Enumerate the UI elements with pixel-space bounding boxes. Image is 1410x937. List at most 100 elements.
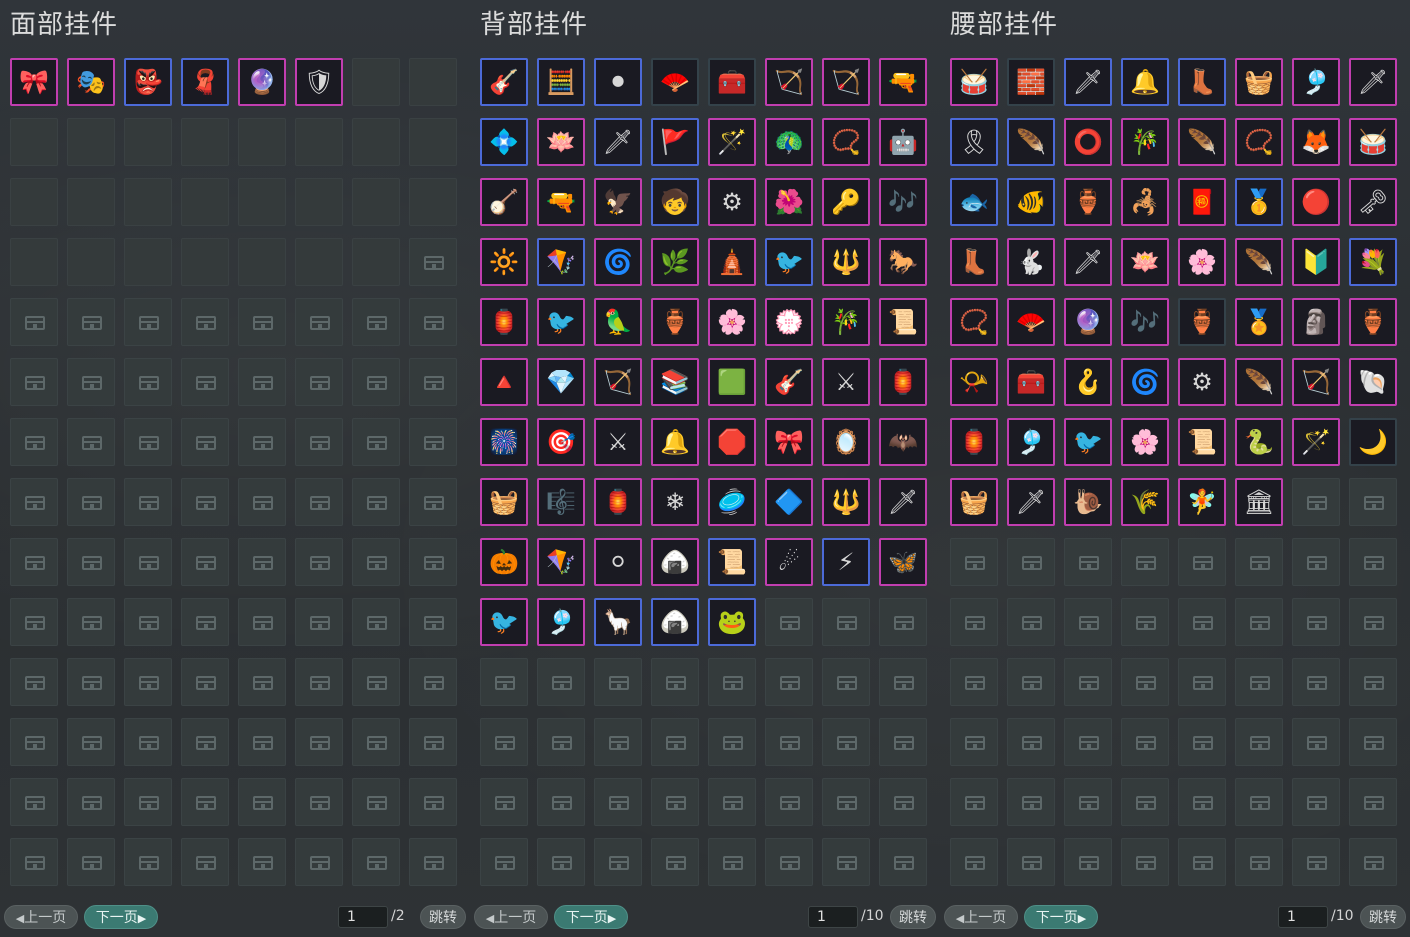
inventory-slot-locked[interactable]	[67, 598, 115, 646]
inventory-slot-item[interactable]: 🪄	[708, 118, 756, 166]
inventory-slot-locked[interactable]	[124, 658, 172, 706]
inventory-slot-locked[interactable]	[238, 658, 286, 706]
inventory-slot-locked[interactable]	[1178, 658, 1226, 706]
inventory-slot-item[interactable]: 🪭	[651, 58, 699, 106]
inventory-slot-item[interactable]: 🎭	[67, 58, 115, 106]
inventory-slot-locked[interactable]	[352, 658, 400, 706]
inventory-slot-item[interactable]: 🎋	[1121, 118, 1169, 166]
inventory-slot-locked[interactable]	[295, 718, 343, 766]
inventory-slot-locked[interactable]	[10, 598, 58, 646]
inventory-slot-locked[interactable]	[409, 538, 457, 586]
inventory-slot-locked[interactable]	[10, 358, 58, 406]
inventory-slot-locked[interactable]	[879, 838, 927, 886]
inventory-slot-item[interactable]: 🌀	[1121, 358, 1169, 406]
inventory-slot-item[interactable]: 🎐	[1007, 418, 1055, 466]
inventory-slot-locked[interactable]	[651, 778, 699, 826]
inventory-slot-locked[interactable]	[950, 538, 998, 586]
inventory-slot-empty[interactable]	[409, 178, 457, 226]
inventory-slot-locked[interactable]	[1235, 778, 1283, 826]
inventory-slot-item[interactable]: 🎐	[537, 598, 585, 646]
inventory-slot-item[interactable]: 🔑	[822, 178, 870, 226]
inventory-slot-locked[interactable]	[1064, 778, 1112, 826]
inventory-slot-item[interactable]: 🌀	[594, 238, 642, 286]
inventory-slot-item[interactable]: 🧣	[181, 58, 229, 106]
inventory-slot-locked[interactable]	[1121, 658, 1169, 706]
inventory-slot-locked[interactable]	[67, 718, 115, 766]
inventory-slot-item[interactable]: 💠	[480, 118, 528, 166]
inventory-slot-item[interactable]: ⚫	[594, 58, 642, 106]
inventory-slot-locked[interactable]	[181, 298, 229, 346]
inventory-slot-locked[interactable]	[480, 658, 528, 706]
inventory-slot-empty[interactable]	[10, 238, 58, 286]
inventory-slot-empty[interactable]	[67, 178, 115, 226]
inventory-slot-item[interactable]: 🪭	[1007, 298, 1055, 346]
inventory-slot-locked[interactable]	[10, 478, 58, 526]
inventory-slot-locked[interactable]	[1349, 658, 1397, 706]
inventory-slot-locked[interactable]	[1007, 598, 1055, 646]
inventory-slot-empty[interactable]	[238, 178, 286, 226]
inventory-slot-locked[interactable]	[1064, 538, 1112, 586]
inventory-slot-item[interactable]: 🪁	[537, 238, 585, 286]
inventory-slot-locked[interactable]	[181, 658, 229, 706]
inventory-slot-locked[interactable]	[67, 298, 115, 346]
inventory-slot-item[interactable]: 🏛	[1235, 478, 1283, 526]
inventory-slot-item[interactable]: 🏮	[950, 418, 998, 466]
inventory-slot-locked[interactable]	[181, 538, 229, 586]
inventory-slot-locked[interactable]	[1235, 718, 1283, 766]
inventory-slot-locked[interactable]	[124, 838, 172, 886]
inventory-slot-item[interactable]: 🦚	[765, 118, 813, 166]
prev-page-button[interactable]: ◀上一页	[4, 905, 78, 929]
inventory-slot-locked[interactable]	[295, 358, 343, 406]
inventory-slot-item[interactable]: 📜	[1178, 418, 1226, 466]
inventory-slot-locked[interactable]	[1292, 478, 1340, 526]
inventory-slot-item[interactable]: 📿	[1235, 118, 1283, 166]
inventory-slot-item[interactable]: 🗡	[1064, 238, 1112, 286]
inventory-slot-locked[interactable]	[822, 778, 870, 826]
inventory-slot-empty[interactable]	[238, 118, 286, 166]
inventory-slot-locked[interactable]	[879, 718, 927, 766]
inventory-slot-item[interactable]: 🔴	[1292, 178, 1340, 226]
inventory-slot-locked[interactable]	[765, 718, 813, 766]
inventory-slot-locked[interactable]	[238, 478, 286, 526]
inventory-slot-locked[interactable]	[10, 718, 58, 766]
inventory-slot-item[interactable]: 🎀	[10, 58, 58, 106]
inventory-slot-locked[interactable]	[708, 778, 756, 826]
inventory-slot-locked[interactable]	[594, 658, 642, 706]
inventory-slot-item[interactable]: 🦅	[594, 178, 642, 226]
inventory-slot-locked[interactable]	[409, 298, 457, 346]
inventory-slot-locked[interactable]	[238, 598, 286, 646]
inventory-slot-item[interactable]: 🏹	[1292, 358, 1340, 406]
inventory-slot-locked[interactable]	[10, 418, 58, 466]
inventory-slot-item[interactable]: 🗝	[1349, 178, 1397, 226]
inventory-slot-item[interactable]: 🔷	[765, 478, 813, 526]
inventory-slot-item[interactable]: 🧰	[1007, 358, 1055, 406]
inventory-slot-empty[interactable]	[10, 178, 58, 226]
inventory-slot-empty[interactable]	[181, 118, 229, 166]
inventory-slot-locked[interactable]	[67, 358, 115, 406]
inventory-slot-locked[interactable]	[352, 718, 400, 766]
inventory-slot-item[interactable]: 🥁	[950, 58, 998, 106]
inventory-slot-item[interactable]: 🔺	[480, 358, 528, 406]
inventory-slot-item[interactable]: 🏮	[879, 358, 927, 406]
inventory-slot-item[interactable]: 🔮	[1064, 298, 1112, 346]
inventory-slot-item[interactable]: 📯	[950, 358, 998, 406]
prev-page-button[interactable]: ◀上一页	[474, 905, 548, 929]
inventory-slot-item[interactable]: 🗡	[594, 118, 642, 166]
inventory-slot-locked[interactable]	[409, 658, 457, 706]
inventory-slot-item[interactable]: 🎶	[879, 178, 927, 226]
inventory-slot-item[interactable]: 🗿	[1292, 298, 1340, 346]
inventory-slot-item[interactable]: 🏹	[765, 58, 813, 106]
inventory-slot-empty[interactable]	[352, 118, 400, 166]
inventory-slot-item[interactable]: 🎀	[765, 418, 813, 466]
inventory-slot-locked[interactable]	[1007, 538, 1055, 586]
inventory-slot-locked[interactable]	[352, 838, 400, 886]
inventory-slot-empty[interactable]	[352, 238, 400, 286]
inventory-slot-locked[interactable]	[1349, 538, 1397, 586]
inventory-slot-item[interactable]: 🌿	[651, 238, 699, 286]
inventory-slot-locked[interactable]	[409, 778, 457, 826]
inventory-slot-locked[interactable]	[409, 238, 457, 286]
inventory-slot-item[interactable]: 🎯	[537, 418, 585, 466]
inventory-slot-item[interactable]: ⚙	[708, 178, 756, 226]
inventory-slot-locked[interactable]	[765, 658, 813, 706]
inventory-slot-locked[interactable]	[67, 658, 115, 706]
